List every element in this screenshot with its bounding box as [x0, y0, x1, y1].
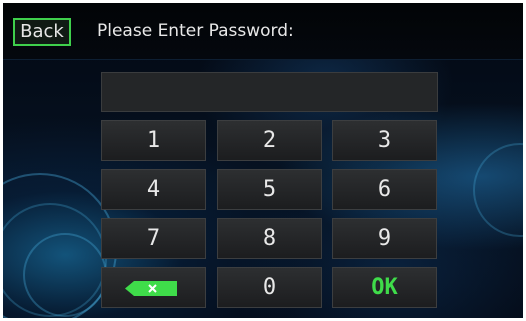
key-2[interactable]: 2	[217, 120, 322, 161]
key-5[interactable]: 5	[217, 169, 322, 210]
background-swirl	[23, 233, 107, 317]
key-9[interactable]: 9	[332, 218, 437, 259]
back-button[interactable]: Back	[13, 18, 71, 46]
key-4[interactable]: 4	[101, 169, 206, 210]
key-6[interactable]: 6	[332, 169, 437, 210]
header-bar: Back Please Enter Password:	[3, 3, 523, 60]
password-screen: Back Please Enter Password: 1 2 3 4 5 6 …	[3, 3, 523, 318]
page-title: Please Enter Password:	[97, 21, 294, 41]
key-0[interactable]: 0	[217, 267, 322, 308]
background-swirl	[473, 143, 523, 237]
key-1[interactable]: 1	[101, 120, 206, 161]
key-8[interactable]: 8	[217, 218, 322, 259]
background-swirl	[3, 203, 107, 317]
backspace-icon	[125, 281, 177, 296]
ok-button[interactable]: OK	[332, 267, 437, 308]
background-swirl	[3, 173, 117, 318]
key-3[interactable]: 3	[332, 120, 437, 161]
password-field[interactable]	[101, 72, 438, 112]
backspace-button[interactable]	[101, 267, 206, 308]
key-7[interactable]: 7	[101, 218, 206, 259]
